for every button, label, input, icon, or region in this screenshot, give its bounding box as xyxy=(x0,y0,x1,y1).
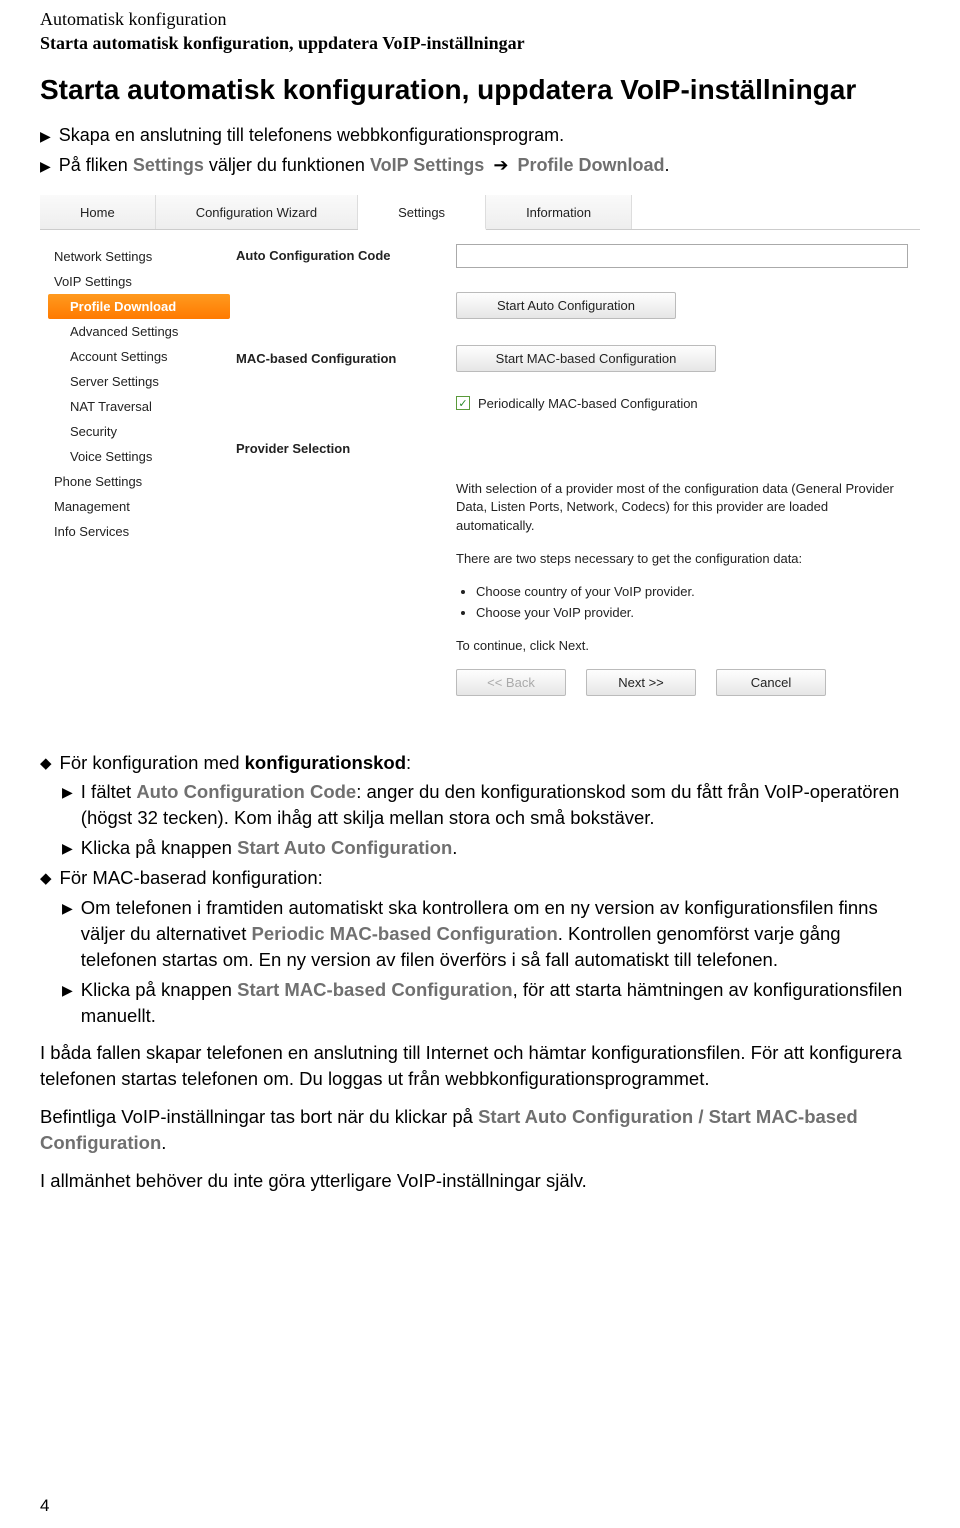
triangle-right-icon: ▶ xyxy=(62,899,73,919)
sub-line: Klicka på knappen Start MAC-based Config… xyxy=(81,977,920,1029)
tab-settings[interactable]: Settings xyxy=(358,195,486,230)
periodic-mac-checkbox[interactable]: ✓ xyxy=(456,396,470,410)
back-button[interactable]: << Back xyxy=(456,669,566,696)
triangle-right-icon: ▶ xyxy=(40,126,51,146)
intro-line-2: På fliken Settings väljer du funktionen … xyxy=(59,152,670,178)
auto-config-code-input[interactable] xyxy=(456,244,908,268)
paragraph-1: I båda fallen skapar telefonen en anslut… xyxy=(40,1040,920,1092)
sidebar-item-info-services[interactable]: Info Services xyxy=(48,519,230,544)
diamond-icon: ◆ xyxy=(40,753,52,774)
auto-config-code-label: Auto Configuration Code xyxy=(236,248,456,263)
sub-line: Om telefonen i framtiden automatiskt ska… xyxy=(81,895,920,973)
running-header-small: Automatisk konfiguration xyxy=(40,8,920,31)
triangle-right-icon: ▶ xyxy=(40,156,51,176)
page-title: Starta automatisk konfiguration, uppdate… xyxy=(40,74,920,106)
diamond-icon: ◆ xyxy=(40,868,52,889)
sidebar-item-management[interactable]: Management xyxy=(48,494,230,519)
sidebar-item-voip-settings[interactable]: VoIP Settings xyxy=(48,269,230,294)
sidebar-item-advanced-settings[interactable]: Advanced Settings xyxy=(48,319,230,344)
sidebar-item-phone-settings[interactable]: Phone Settings xyxy=(48,469,230,494)
triangle-right-icon: ▶ xyxy=(62,981,73,1001)
sidebar: Network Settings VoIP Settings Profile D… xyxy=(40,230,230,730)
main-panel: Auto Configuration Code Start Auto Confi… xyxy=(230,230,920,730)
sidebar-item-security[interactable]: Security xyxy=(48,419,230,444)
web-config-screenshot: Home Configuration Wizard Settings Infor… xyxy=(40,195,920,730)
intro-list: ▶ Skapa en anslutning till telefonens we… xyxy=(40,122,920,178)
sub-line: Klicka på knappen Start Auto Configurati… xyxy=(81,835,458,861)
start-mac-config-button[interactable]: Start MAC-based Configuration xyxy=(456,345,716,372)
arrow-right-icon: ➔ xyxy=(493,152,508,178)
cancel-button[interactable]: Cancel xyxy=(716,669,826,696)
provider-selection-text: With selection of a provider most of the… xyxy=(456,480,908,656)
intro-line-1: Skapa en anslutning till telefonens webb… xyxy=(59,122,564,148)
next-button[interactable]: Next >> xyxy=(586,669,696,696)
paragraph-3: I allmänhet behöver du inte göra ytterli… xyxy=(40,1168,920,1194)
tab-config-wizard[interactable]: Configuration Wizard xyxy=(156,195,358,229)
tab-information[interactable]: Information xyxy=(486,195,632,229)
sidebar-item-nat-traversal[interactable]: NAT Traversal xyxy=(48,394,230,419)
diamond-line-1: För konfiguration med konfigurationskod: xyxy=(60,750,412,776)
sub-line: I fältet Auto Configuration Code: anger … xyxy=(81,779,920,831)
paragraph-2: Befintliga VoIP-inställningar tas bort n… xyxy=(40,1104,920,1156)
body-text: ◆ För konfiguration med konfigurationsko… xyxy=(40,750,920,1194)
sidebar-item-profile-download[interactable]: Profile Download xyxy=(48,294,230,319)
triangle-right-icon: ▶ xyxy=(62,839,73,859)
sidebar-item-network-settings[interactable]: Network Settings xyxy=(48,244,230,269)
triangle-right-icon: ▶ xyxy=(62,783,73,803)
start-auto-config-button[interactable]: Start Auto Configuration xyxy=(456,292,676,319)
tab-bar: Home Configuration Wizard Settings Infor… xyxy=(40,195,920,230)
provider-selection-label: Provider Selection xyxy=(236,441,456,456)
periodic-mac-label: Periodically MAC-based Configuration xyxy=(478,396,698,411)
diamond-line-2: För MAC-baserad konfiguration: xyxy=(60,865,323,891)
sidebar-item-voice-settings[interactable]: Voice Settings xyxy=(48,444,230,469)
running-header-bold: Starta automatisk konfiguration, uppdate… xyxy=(40,33,920,54)
sidebar-item-server-settings[interactable]: Server Settings xyxy=(48,369,230,394)
mac-config-label: MAC-based Configuration xyxy=(236,351,456,366)
page-number: 4 xyxy=(40,1496,49,1516)
tab-home[interactable]: Home xyxy=(40,195,156,229)
sidebar-item-account-settings[interactable]: Account Settings xyxy=(48,344,230,369)
